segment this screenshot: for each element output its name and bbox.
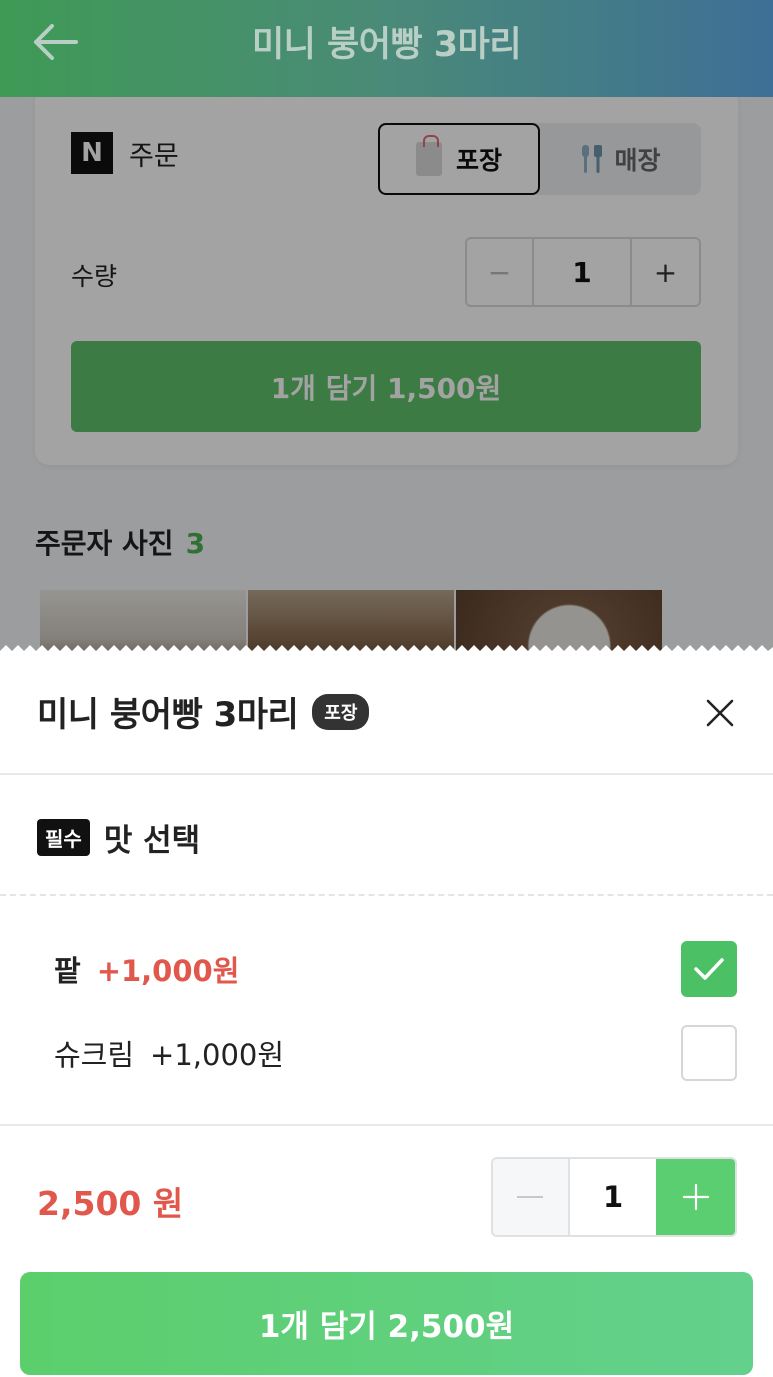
sheet-title: 미니 붕어빵 3마리 (37, 695, 299, 735)
option-red-bean[interactable]: 팥 +1,000원 (54, 941, 737, 997)
quantity-value: 1 (602, 1180, 624, 1214)
plus-icon (682, 1183, 709, 1211)
option-name: 슈크림 (54, 1038, 135, 1072)
option-section-header: 필수 맛 선택 (37, 815, 200, 860)
page-title: 미니 붕어빵 3마리 (251, 25, 522, 65)
option-checkbox-checked[interactable] (681, 941, 737, 997)
decrease-button[interactable] (493, 1159, 570, 1235)
required-badge: 필수 (37, 819, 90, 856)
option-price: +1,000원 (96, 954, 240, 988)
sheet-header: 미니 붕어빵 3마리 포장 (37, 687, 370, 736)
zigzag-edge (0, 645, 773, 659)
app-header: 미니 붕어빵 3마리 (0, 0, 773, 97)
section-title: 맛 선택 (103, 823, 201, 859)
option-price: +1,000원 (150, 1038, 285, 1072)
minus-icon (517, 1196, 544, 1198)
divider (0, 1124, 773, 1126)
dashed-divider (0, 894, 773, 896)
divider (0, 773, 773, 775)
modal-overlay[interactable] (0, 0, 773, 657)
option-checkbox-unchecked[interactable] (681, 1025, 737, 1081)
checkmark-icon (694, 958, 724, 980)
back-arrow-icon[interactable] (30, 22, 82, 62)
option-name: 팥 (54, 954, 81, 988)
increase-button[interactable] (656, 1159, 735, 1235)
option-custard[interactable]: 슈크림 +1,000원 (54, 1025, 737, 1081)
total-price: 2,500 원 (37, 1184, 184, 1223)
close-icon[interactable] (702, 695, 738, 731)
order-type-badge: 포장 (312, 693, 370, 730)
add-to-cart-cta[interactable]: 1개 담기 2,500원 (20, 1272, 753, 1375)
option-bottom-sheet: 미니 붕어빵 3마리 포장 필수 맛 선택 팥 +1,000원 슈크림 +1,0… (0, 645, 773, 1377)
sheet-quantity-stepper: 1 (491, 1157, 737, 1237)
